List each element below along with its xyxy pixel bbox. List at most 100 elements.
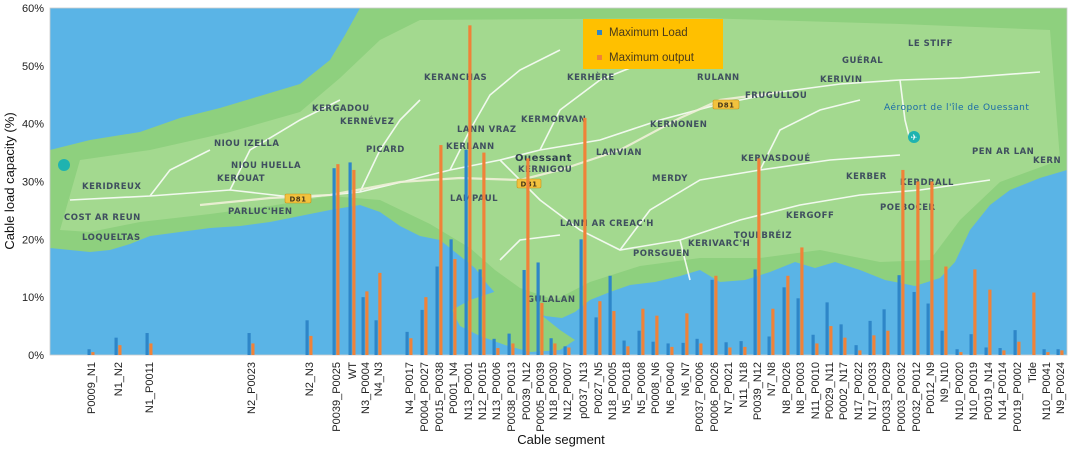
bar-maximum-load [87,349,91,355]
x-tick-label: N1_N2 [113,362,125,396]
x-tick-label: N11_P0010 [810,362,822,419]
bar-maximum-output [540,302,544,355]
map-label: KEROUAT [217,174,265,184]
bar-maximum-load [536,262,540,355]
x-tick-label: N18_P0005 [607,362,619,420]
x-tick-label: N9_P0024 [1055,362,1067,414]
bar-maximum-load [579,239,583,355]
map-label: KERNONEN [650,120,707,130]
x-tick-label: N1_P0011 [144,362,156,413]
map-label: LANN AR CREAC'H [560,219,654,229]
map-label: KERDRALL [900,178,954,188]
x-tick-label: P0019_N14 [983,362,995,420]
bar-maximum-output [612,311,616,355]
bar-maximum-output [439,145,443,355]
bar-maximum-output [886,330,890,355]
bar-maximum-load [305,320,309,355]
map-label: RULANN [697,73,740,83]
map-label: KERANCHAS [424,73,487,83]
bar-maximum-output [598,301,602,355]
map-label: GUÉRAL [842,54,883,66]
x-tick-label: N12_P0007 [562,362,574,420]
x-tick-label: N11_N18 [738,362,750,408]
bar-maximum-load [464,149,468,355]
bar-maximum-output [309,335,313,355]
bar-maximum-load [1056,349,1060,355]
x-tick-label: P0019_P0002 [1012,362,1024,432]
map-label: GULALAN [527,295,575,305]
x-tick-label: N8_P0026 [781,362,793,414]
map-label: PORSGUEN [633,249,690,259]
x-tick-label: N18_P0030 [548,362,560,420]
map-label: KERVASDOUÉ [741,152,811,164]
bar-maximum-output [973,269,977,355]
bar-maximum-output [453,258,457,355]
x-tick-label: P0002_N17 [838,362,850,420]
map-label: KERGOFF [786,211,834,221]
bar-maximum-load [348,162,352,355]
bar-maximum-output [728,347,732,355]
bar-maximum-output [482,152,486,355]
bar-maximum-load [549,338,553,355]
bar-maximum-load [695,338,699,355]
map-label: LAMPAUL [450,194,498,204]
bar-maximum-output [511,343,515,355]
x-tick-label: N4_N3 [373,362,385,396]
x-tick-label: P0004_P0027 [419,362,431,432]
bar-maximum-load [854,345,858,355]
y-tick-label: 50% [22,61,44,73]
map-label: MERDY [652,174,688,184]
x-tick-label: N17_P0033 [867,362,879,420]
legend-entry-maximum-output: Maximum output [609,52,695,64]
bar-maximum-load [681,342,685,355]
bar-maximum-load [839,324,843,355]
map-label: LOQUELTAS [82,233,141,243]
bar-maximum-output [1046,352,1050,355]
map-label: KERNÉVEZ [340,115,394,127]
x-tick-label: Tide [1027,362,1039,383]
legend-swatch-maximum-load [597,30,602,35]
x-tick-label: WT [347,362,359,379]
bar-maximum-load [912,291,916,355]
map-label: KERGADOU [312,104,370,114]
bar-maximum-output [91,352,95,355]
bar-maximum-output [786,275,790,355]
x-tick-label: N6_P0040 [665,362,677,414]
bar-maximum-load [449,239,453,355]
x-tick-label: N4_P0017 [404,362,416,414]
y-tick-label: 40% [22,119,44,131]
bar-maximum-output [424,297,428,355]
bar-maximum-load [666,343,670,355]
airport-label: Aéroport de l'île de Ouessant [884,102,1029,113]
map-label: NIOU HUELLA [231,161,301,171]
map-label: LE STIFF [908,39,953,49]
bar-maximum-load [637,330,641,355]
x-tick-label: P0006_P0026 [709,362,721,432]
x-tick-label: N12_P0015 [477,362,489,420]
x-tick-label: p0037_N13 [578,362,590,419]
bar-maximum-load [420,309,424,355]
map-label: NIOU IZELLA [214,139,279,149]
bar-maximum-output [743,346,747,355]
bar-maximum-load [753,269,757,355]
x-tick-label: N8_P0003 [795,362,807,414]
y-tick-label: 30% [22,177,44,189]
y-tick-label: 60% [22,3,44,15]
bar-maximum-load [796,298,800,355]
x-axis: P0009_N1 N1_N2 N1_P0011 N2_P0023 N2_N3 P0039_… [86,362,1067,432]
x-axis-title: Cable segment [517,432,605,447]
bar-maximum-output [901,169,905,355]
bar-maximum-output [685,313,689,355]
bar-maximum-output [526,158,530,355]
x-tick-label: N5_P0008 [636,362,648,414]
bar-maximum-output [378,272,382,355]
bar-maximum-output [352,169,356,355]
bar-maximum-load [724,342,728,355]
bar-maximum-load [926,303,930,355]
bar-maximum-load [405,331,409,355]
map-label: PICARD [366,145,405,155]
bar-maximum-load [478,269,482,355]
map-label: POEBOCER [880,203,936,213]
bar-maximum-output [988,289,992,355]
y-tick-label: 10% [22,292,44,304]
